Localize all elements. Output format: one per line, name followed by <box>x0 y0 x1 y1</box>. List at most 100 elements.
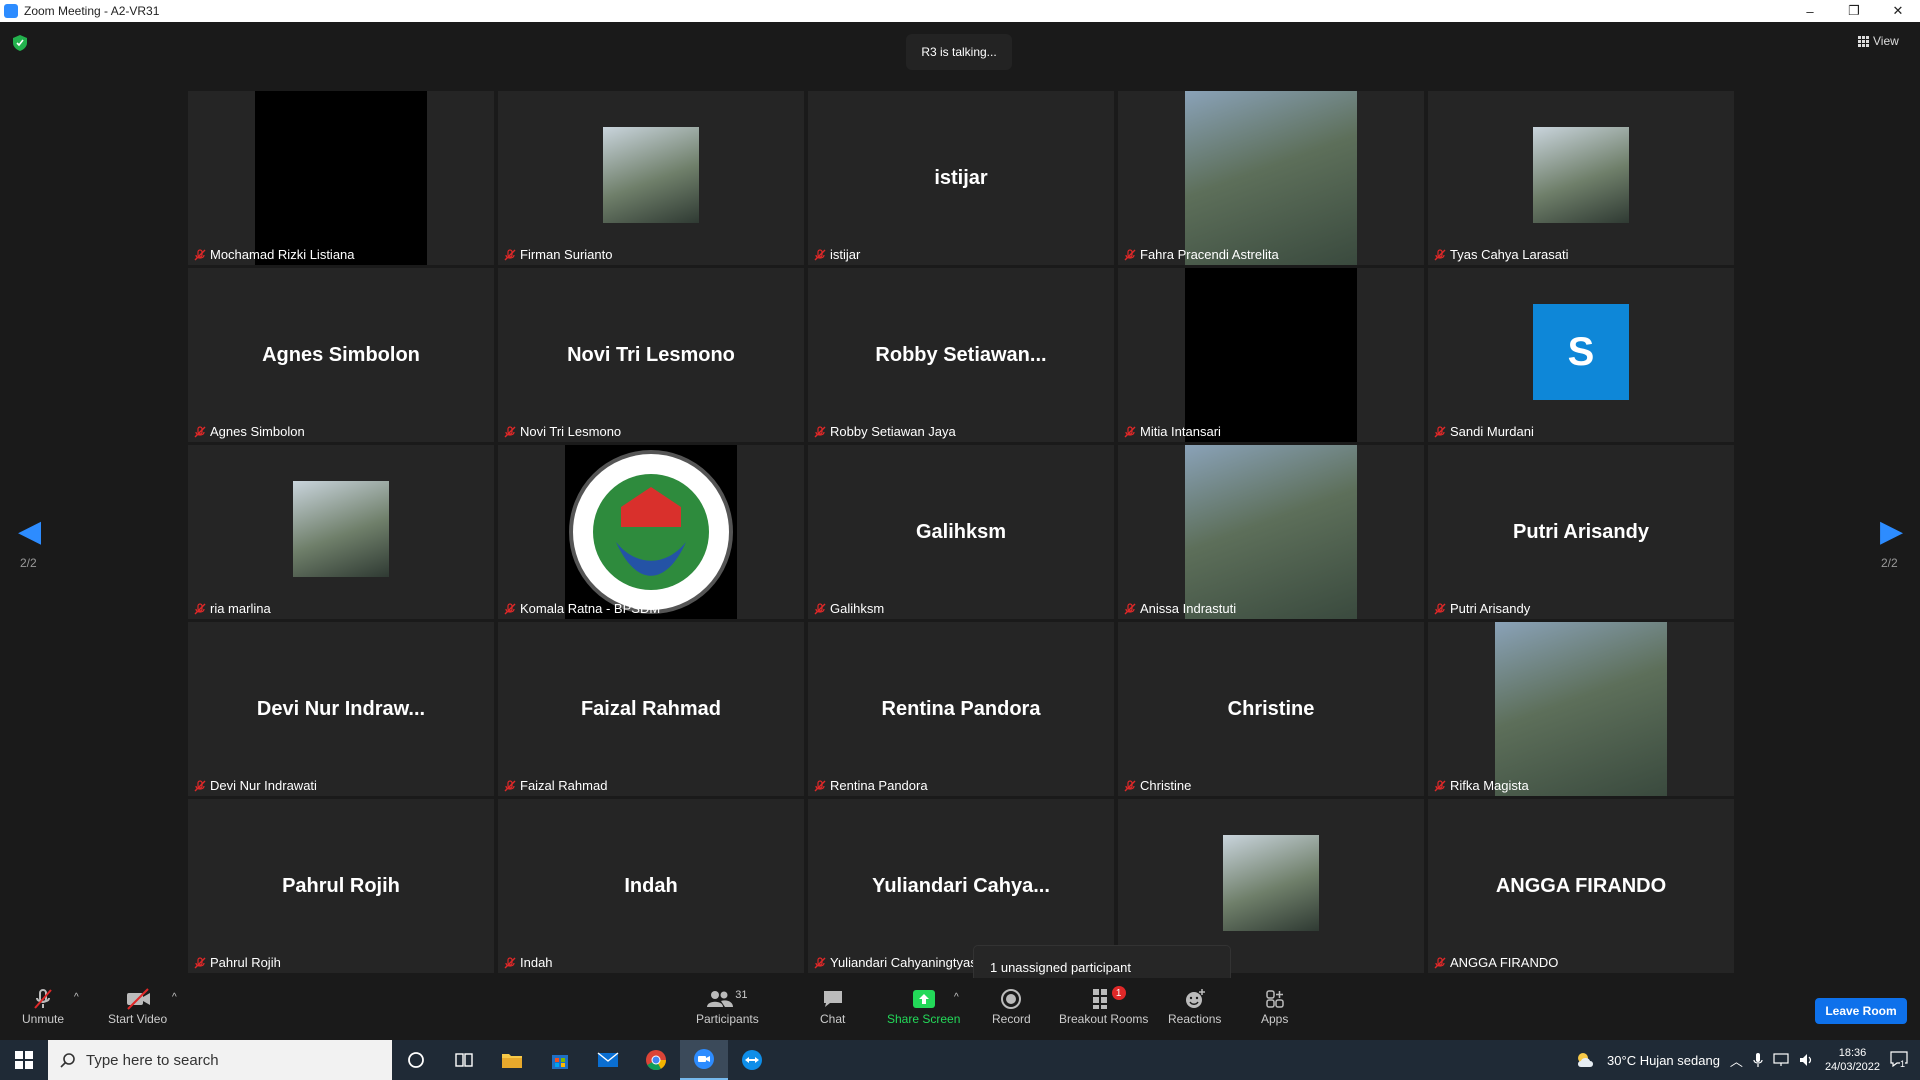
chat-button[interactable]: Chat <box>820 986 845 1026</box>
windows-start-button[interactable] <box>0 1040 48 1080</box>
leave-room-button[interactable]: Leave Room <box>1815 998 1907 1024</box>
participant-profile-photo <box>293 481 389 577</box>
participant-name: Firman Surianto <box>520 247 613 262</box>
participant-name: Tyas Cahya Larasati <box>1450 247 1569 262</box>
participant-tile[interactable]: Indah Indah <box>498 799 804 973</box>
notification-count: 1 <box>1900 1058 1906 1069</box>
participant-name: Agnes Simbolon <box>210 424 305 439</box>
muted-mic-icon <box>194 602 206 614</box>
breakout-rooms-label: Breakout Rooms <box>1059 1012 1149 1026</box>
view-label: View <box>1873 34 1899 48</box>
participant-name-label: Firman Surianto <box>502 246 614 263</box>
participant-tile[interactable]: Komala Ratna - BPSDM <box>498 445 804 619</box>
participant-name-label: Novi Tri Lesmono <box>502 423 623 440</box>
participant-tile[interactable]: Tyas Cahya Larasati <box>1428 91 1734 265</box>
participant-name-label: Mitia Intansari <box>1122 423 1223 440</box>
minimize-button[interactable]: – <box>1788 0 1832 22</box>
start-video-button[interactable]: Start Video <box>108 986 167 1026</box>
participant-name-label: ria marlina <box>192 600 273 617</box>
apps-icon <box>1265 990 1284 1008</box>
audio-options-caret[interactable]: ^ <box>74 992 79 1003</box>
tray-expand-icon[interactable]: ︿ <box>1730 1051 1743 1070</box>
microphone-tray-icon[interactable] <box>1753 1052 1763 1068</box>
participant-avatar: S <box>1533 304 1629 400</box>
participant-tile[interactable]: S Sandi Murdani <box>1428 268 1734 442</box>
network-icon[interactable] <box>1773 1053 1789 1067</box>
clock-date: 24/03/2022 <box>1824 1061 1880 1073</box>
participant-name: ria marlina <box>210 601 271 616</box>
window-titlebar: Zoom Meeting - A2-VR31 – ❐ ✕ <box>0 0 1920 22</box>
participant-tile[interactable]: Christine Christine <box>1118 622 1424 796</box>
participant-tile[interactable]: Mochamad Rizki Listiana <box>188 91 494 265</box>
participant-tile[interactable]: Faizal Rahmad Faizal Rahmad <box>498 622 804 796</box>
share-options-caret[interactable]: ^ <box>954 992 959 1003</box>
grid-view-icon <box>1858 35 1869 47</box>
participant-tile[interactable]: Robby Setiawan... Robby Setiawan Jaya <box>808 268 1114 442</box>
cortana-icon[interactable] <box>392 1040 440 1080</box>
breakout-badge: 1 <box>1111 986 1126 1000</box>
participant-tile[interactable]: Devi Nur Indraw... Devi Nur Indrawati <box>188 622 494 796</box>
participant-name: Mitia Intansari <box>1140 424 1221 439</box>
file-explorer-icon[interactable] <box>488 1040 536 1080</box>
participant-tile[interactable]: Rifka Magista <box>1428 622 1734 796</box>
participant-display-name: Agnes Simbolon <box>262 343 420 366</box>
unmute-button[interactable]: Unmute <box>22 986 64 1026</box>
share-screen-label: Share Screen <box>887 1012 961 1026</box>
muted-mic-icon <box>194 956 206 968</box>
participant-tile[interactable]: Firman Surianto <box>498 91 804 265</box>
security-shield-icon[interactable] <box>13 35 27 51</box>
taskbar-search-box[interactable]: Type here to search <box>48 1040 392 1080</box>
zoom-taskbar-icon[interactable] <box>680 1040 728 1080</box>
apps-label: Apps <box>1261 1012 1289 1026</box>
weather-text[interactable]: 30°C Hujan sedang <box>1607 1053 1720 1068</box>
reactions-button[interactable]: Reactions <box>1168 986 1221 1026</box>
close-button[interactable]: ✕ <box>1876 0 1920 22</box>
task-view-icon[interactable] <box>440 1040 488 1080</box>
participant-tile[interactable]: ria marlina <box>188 445 494 619</box>
participant-name: Anissa Indrastuti <box>1140 601 1237 616</box>
microsoft-store-icon[interactable] <box>536 1040 584 1080</box>
next-page-arrow-icon[interactable]: ▶ <box>1880 514 1903 549</box>
notification-center-button[interactable]: 1 <box>1890 1050 1910 1070</box>
participant-tile[interactable]: Anissa Indrastuti <box>1118 445 1424 619</box>
participant-name: Christine <box>1140 778 1192 793</box>
apps-button[interactable]: Apps <box>1261 986 1288 1026</box>
view-button[interactable]: View <box>1858 34 1899 48</box>
restore-button[interactable]: ❐ <box>1832 0 1876 22</box>
teamviewer-icon[interactable] <box>728 1040 776 1080</box>
participant-tile[interactable]: Putri Arisandy Putri Arisandy <box>1428 445 1734 619</box>
breakout-rooms-button[interactable]: 1 Breakout Rooms <box>1059 986 1148 1026</box>
previous-page-arrow-icon[interactable]: ◀ <box>18 514 41 549</box>
participants-button[interactable]: 31 Participants <box>696 986 759 1026</box>
volume-icon[interactable] <box>1799 1053 1815 1067</box>
participant-tile[interactable]: ANGGA FIRANDO ANGGA FIRANDO <box>1428 799 1734 973</box>
participant-profile-photo <box>1533 127 1629 223</box>
participant-tile[interactable]: Rentina Pandora Rentina Pandora <box>808 622 1114 796</box>
participant-name: Indah <box>520 955 553 970</box>
record-button[interactable]: Record <box>992 986 1031 1026</box>
participant-tile[interactable]: Novi Tri Lesmono Novi Tri Lesmono <box>498 268 804 442</box>
participant-name: Rentina Pandora <box>830 778 928 793</box>
share-screen-button[interactable]: Share Screen <box>887 986 960 1026</box>
mail-icon[interactable] <box>584 1040 632 1080</box>
chrome-icon[interactable] <box>632 1040 680 1080</box>
chat-icon <box>823 991 842 1007</box>
participant-tile[interactable]: Pahrul Rojih Pahrul Rojih <box>188 799 494 973</box>
participant-tile[interactable]: Mitia Intansari <box>1118 268 1424 442</box>
participant-display-name: Indah <box>624 874 678 897</box>
participant-name-label: Pahrul Rojih <box>192 954 283 971</box>
video-options-caret[interactable]: ^ <box>172 992 177 1003</box>
muted-mic-icon <box>194 248 206 260</box>
system-clock[interactable]: 18:36 24/03/2022 <box>1825 1046 1880 1074</box>
participant-tile[interactable]: istijar istijar <box>808 91 1114 265</box>
participant-tile[interactable]: Galihksm Galihksm <box>808 445 1114 619</box>
participant-name-label: Rentina Pandora <box>812 777 930 794</box>
participant-photo <box>1185 91 1357 265</box>
participant-tile[interactable]: Agnes Simbolon Agnes Simbolon <box>188 268 494 442</box>
participant-display-name: Rentina Pandora <box>881 697 1041 720</box>
participant-display-name: Faizal Rahmad <box>580 697 722 720</box>
participants-icon <box>707 991 734 1007</box>
participant-profile-photo <box>603 127 699 223</box>
participant-display-name: Putri Arisandy <box>1513 520 1649 543</box>
participant-tile[interactable]: Fahra Pracendi Astrelita <box>1118 91 1424 265</box>
